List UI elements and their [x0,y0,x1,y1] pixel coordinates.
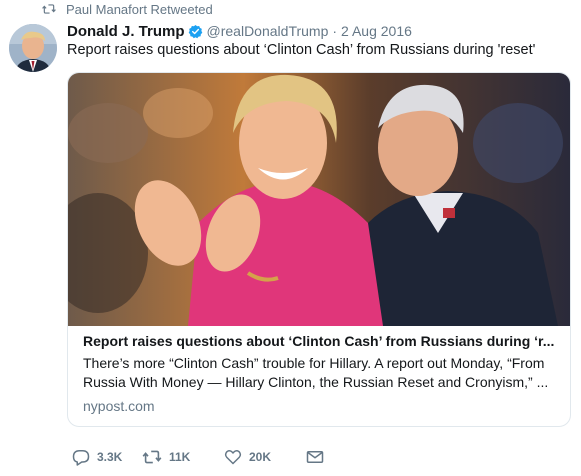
separator-dot: · [332,23,338,39]
retweet-button[interactable]: 11K [142,449,224,465]
retweet-context: Paul Manafort Retweeted [42,0,213,18]
card-description-line: Russia With Money — Hillary Clinton, the… [83,374,549,390]
retweet-icon [142,450,162,464]
card-title[interactable]: Report raises questions about ‘Clinton C… [83,331,561,351]
retweet-icon [42,4,56,14]
reply-count: 3.3K [97,450,123,464]
like-button[interactable]: 20K [224,449,306,465]
tweet-text: Report raises questions about ‘Clinton C… [67,42,536,58]
card-image[interactable] [68,73,570,326]
heart-icon [224,450,242,465]
like-count: 20K [249,450,272,464]
display-name[interactable]: Donald J. Trump [67,23,185,40]
envelope-icon [306,451,324,463]
link-card[interactable]: Report raises questions about ‘Clinton C… [67,72,571,427]
avatar-image [9,24,57,72]
avatar[interactable] [9,24,57,72]
tweet-date[interactable]: 2 Aug 2016 [341,23,412,39]
card-description: There’s more “Clinton Cash” trouble for … [83,354,561,392]
retweet-count: 11K [169,450,191,464]
reply-icon [72,449,90,466]
card-body: Report raises questions about ‘Clinton C… [83,331,561,414]
card-domain[interactable]: nypost.com [83,398,561,414]
verified-badge-icon [188,24,202,38]
card-photo [68,73,570,326]
tweet-header: Donald J. Trump @realDonaldTrump · 2 Aug… [67,20,412,42]
user-handle[interactable]: @realDonaldTrump [207,23,329,39]
reply-button[interactable]: 3.3K [72,449,142,466]
direct-message-button[interactable] [306,450,324,464]
tweet[interactable]: Paul Manafort Retweeted Donald J. Trump … [0,0,581,476]
card-description-line: There’s more “Clinton Cash” trouble for … [83,355,545,371]
retweet-context-text[interactable]: Paul Manafort Retweeted [66,2,213,17]
tweet-actions: 3.3K 11K 20K [72,448,324,466]
